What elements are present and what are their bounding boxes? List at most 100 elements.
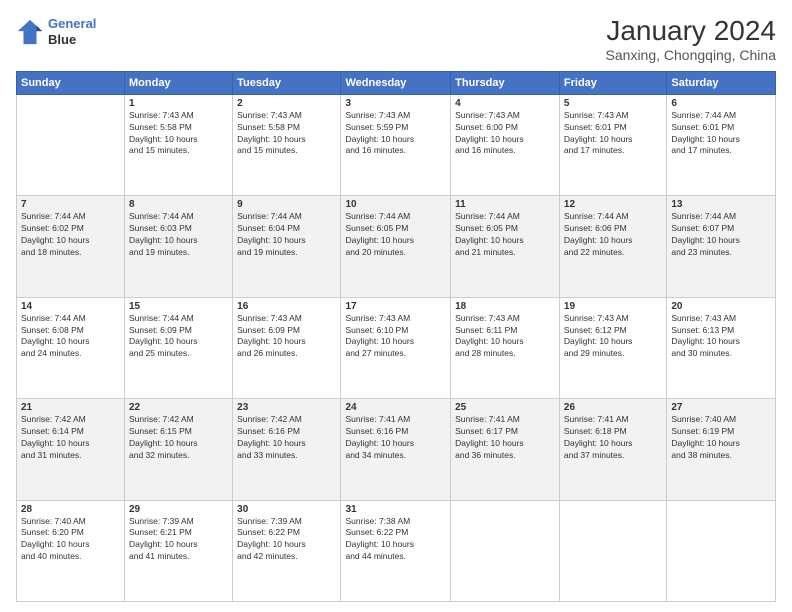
calendar-cell: 19Sunrise: 7:43 AM Sunset: 6:12 PM Dayli… bbox=[559, 297, 666, 398]
calendar-cell: 8Sunrise: 7:44 AM Sunset: 6:03 PM Daylig… bbox=[125, 196, 233, 297]
week-row-1: 1Sunrise: 7:43 AM Sunset: 5:58 PM Daylig… bbox=[17, 94, 776, 195]
day-info: Sunrise: 7:43 AM Sunset: 6:11 PM Dayligh… bbox=[455, 313, 555, 361]
day-number: 25 bbox=[455, 402, 555, 413]
day-number: 31 bbox=[345, 504, 446, 515]
day-number: 3 bbox=[345, 98, 446, 109]
calendar-cell: 13Sunrise: 7:44 AM Sunset: 6:07 PM Dayli… bbox=[667, 196, 776, 297]
day-info: Sunrise: 7:44 AM Sunset: 6:06 PM Dayligh… bbox=[564, 211, 662, 259]
calendar-cell: 11Sunrise: 7:44 AM Sunset: 6:05 PM Dayli… bbox=[451, 196, 560, 297]
calendar-cell: 30Sunrise: 7:39 AM Sunset: 6:22 PM Dayli… bbox=[233, 500, 341, 601]
calendar-cell bbox=[559, 500, 666, 601]
calendar-cell: 18Sunrise: 7:43 AM Sunset: 6:11 PM Dayli… bbox=[451, 297, 560, 398]
day-number: 27 bbox=[671, 402, 771, 413]
day-info: Sunrise: 7:44 AM Sunset: 6:09 PM Dayligh… bbox=[129, 313, 228, 361]
calendar-cell: 21Sunrise: 7:42 AM Sunset: 6:14 PM Dayli… bbox=[17, 399, 125, 500]
day-info: Sunrise: 7:41 AM Sunset: 6:16 PM Dayligh… bbox=[345, 414, 446, 462]
day-number: 26 bbox=[564, 402, 662, 413]
day-number: 18 bbox=[455, 301, 555, 312]
day-number: 20 bbox=[671, 301, 771, 312]
week-row-4: 21Sunrise: 7:42 AM Sunset: 6:14 PM Dayli… bbox=[17, 399, 776, 500]
calendar-cell: 24Sunrise: 7:41 AM Sunset: 6:16 PM Dayli… bbox=[341, 399, 451, 500]
main-title: January 2024 bbox=[606, 16, 776, 47]
day-info: Sunrise: 7:44 AM Sunset: 6:05 PM Dayligh… bbox=[345, 211, 446, 259]
day-info: Sunrise: 7:43 AM Sunset: 5:58 PM Dayligh… bbox=[129, 110, 228, 158]
day-header-friday: Friday bbox=[559, 71, 666, 94]
day-number: 29 bbox=[129, 504, 228, 515]
day-info: Sunrise: 7:43 AM Sunset: 6:01 PM Dayligh… bbox=[564, 110, 662, 158]
day-number: 22 bbox=[129, 402, 228, 413]
day-info: Sunrise: 7:40 AM Sunset: 6:20 PM Dayligh… bbox=[21, 516, 120, 564]
calendar-cell: 23Sunrise: 7:42 AM Sunset: 6:16 PM Dayli… bbox=[233, 399, 341, 500]
day-info: Sunrise: 7:44 AM Sunset: 6:02 PM Dayligh… bbox=[21, 211, 120, 259]
day-info: Sunrise: 7:38 AM Sunset: 6:22 PM Dayligh… bbox=[345, 516, 446, 564]
title-area: January 2024 Sanxing, Chongqing, China bbox=[606, 16, 776, 63]
calendar-cell: 4Sunrise: 7:43 AM Sunset: 6:00 PM Daylig… bbox=[451, 94, 560, 195]
week-row-3: 14Sunrise: 7:44 AM Sunset: 6:08 PM Dayli… bbox=[17, 297, 776, 398]
day-info: Sunrise: 7:44 AM Sunset: 6:03 PM Dayligh… bbox=[129, 211, 228, 259]
day-info: Sunrise: 7:43 AM Sunset: 6:13 PM Dayligh… bbox=[671, 313, 771, 361]
day-info: Sunrise: 7:41 AM Sunset: 6:17 PM Dayligh… bbox=[455, 414, 555, 462]
day-info: Sunrise: 7:43 AM Sunset: 6:09 PM Dayligh… bbox=[237, 313, 336, 361]
day-number: 1 bbox=[129, 98, 228, 109]
day-header-saturday: Saturday bbox=[667, 71, 776, 94]
calendar-cell bbox=[667, 500, 776, 601]
day-number: 21 bbox=[21, 402, 120, 413]
calendar-cell: 10Sunrise: 7:44 AM Sunset: 6:05 PM Dayli… bbox=[341, 196, 451, 297]
day-info: Sunrise: 7:43 AM Sunset: 6:00 PM Dayligh… bbox=[455, 110, 555, 158]
calendar-cell: 3Sunrise: 7:43 AM Sunset: 5:59 PM Daylig… bbox=[341, 94, 451, 195]
day-number: 30 bbox=[237, 504, 336, 515]
calendar-cell: 29Sunrise: 7:39 AM Sunset: 6:21 PM Dayli… bbox=[125, 500, 233, 601]
day-header-sunday: Sunday bbox=[17, 71, 125, 94]
calendar-table: SundayMondayTuesdayWednesdayThursdayFrid… bbox=[16, 71, 776, 602]
calendar-cell: 7Sunrise: 7:44 AM Sunset: 6:02 PM Daylig… bbox=[17, 196, 125, 297]
logo-icon bbox=[16, 18, 44, 46]
calendar-cell bbox=[451, 500, 560, 601]
day-header-tuesday: Tuesday bbox=[233, 71, 341, 94]
calendar-cell: 14Sunrise: 7:44 AM Sunset: 6:08 PM Dayli… bbox=[17, 297, 125, 398]
day-header-monday: Monday bbox=[125, 71, 233, 94]
day-number: 7 bbox=[21, 199, 120, 210]
day-info: Sunrise: 7:39 AM Sunset: 6:22 PM Dayligh… bbox=[237, 516, 336, 564]
calendar-cell: 16Sunrise: 7:43 AM Sunset: 6:09 PM Dayli… bbox=[233, 297, 341, 398]
day-info: Sunrise: 7:42 AM Sunset: 6:15 PM Dayligh… bbox=[129, 414, 228, 462]
days-header-row: SundayMondayTuesdayWednesdayThursdayFrid… bbox=[17, 71, 776, 94]
day-info: Sunrise: 7:44 AM Sunset: 6:05 PM Dayligh… bbox=[455, 211, 555, 259]
calendar-cell: 25Sunrise: 7:41 AM Sunset: 6:17 PM Dayli… bbox=[451, 399, 560, 500]
day-number: 9 bbox=[237, 199, 336, 210]
day-number: 6 bbox=[671, 98, 771, 109]
day-number: 2 bbox=[237, 98, 336, 109]
calendar-cell: 1Sunrise: 7:43 AM Sunset: 5:58 PM Daylig… bbox=[125, 94, 233, 195]
day-number: 14 bbox=[21, 301, 120, 312]
day-number: 12 bbox=[564, 199, 662, 210]
day-info: Sunrise: 7:42 AM Sunset: 6:14 PM Dayligh… bbox=[21, 414, 120, 462]
calendar-cell: 22Sunrise: 7:42 AM Sunset: 6:15 PM Dayli… bbox=[125, 399, 233, 500]
day-number: 16 bbox=[237, 301, 336, 312]
day-number: 4 bbox=[455, 98, 555, 109]
day-info: Sunrise: 7:39 AM Sunset: 6:21 PM Dayligh… bbox=[129, 516, 228, 564]
day-number: 5 bbox=[564, 98, 662, 109]
day-info: Sunrise: 7:42 AM Sunset: 6:16 PM Dayligh… bbox=[237, 414, 336, 462]
calendar-cell: 28Sunrise: 7:40 AM Sunset: 6:20 PM Dayli… bbox=[17, 500, 125, 601]
day-number: 8 bbox=[129, 199, 228, 210]
day-number: 24 bbox=[345, 402, 446, 413]
day-number: 17 bbox=[345, 301, 446, 312]
calendar-cell: 27Sunrise: 7:40 AM Sunset: 6:19 PM Dayli… bbox=[667, 399, 776, 500]
day-number: 15 bbox=[129, 301, 228, 312]
day-info: Sunrise: 7:41 AM Sunset: 6:18 PM Dayligh… bbox=[564, 414, 662, 462]
logo-text: General Blue bbox=[48, 16, 96, 47]
day-number: 13 bbox=[671, 199, 771, 210]
day-info: Sunrise: 7:43 AM Sunset: 6:12 PM Dayligh… bbox=[564, 313, 662, 361]
calendar-cell: 5Sunrise: 7:43 AM Sunset: 6:01 PM Daylig… bbox=[559, 94, 666, 195]
day-info: Sunrise: 7:43 AM Sunset: 5:58 PM Dayligh… bbox=[237, 110, 336, 158]
page: General Blue January 2024 Sanxing, Chong… bbox=[0, 0, 792, 612]
calendar-cell: 20Sunrise: 7:43 AM Sunset: 6:13 PM Dayli… bbox=[667, 297, 776, 398]
week-row-2: 7Sunrise: 7:44 AM Sunset: 6:02 PM Daylig… bbox=[17, 196, 776, 297]
header: General Blue January 2024 Sanxing, Chong… bbox=[16, 16, 776, 63]
day-info: Sunrise: 7:44 AM Sunset: 6:04 PM Dayligh… bbox=[237, 211, 336, 259]
day-number: 19 bbox=[564, 301, 662, 312]
calendar-cell: 9Sunrise: 7:44 AM Sunset: 6:04 PM Daylig… bbox=[233, 196, 341, 297]
logo: General Blue bbox=[16, 16, 96, 47]
calendar-cell: 2Sunrise: 7:43 AM Sunset: 5:58 PM Daylig… bbox=[233, 94, 341, 195]
calendar-cell: 17Sunrise: 7:43 AM Sunset: 6:10 PM Dayli… bbox=[341, 297, 451, 398]
calendar-cell bbox=[17, 94, 125, 195]
